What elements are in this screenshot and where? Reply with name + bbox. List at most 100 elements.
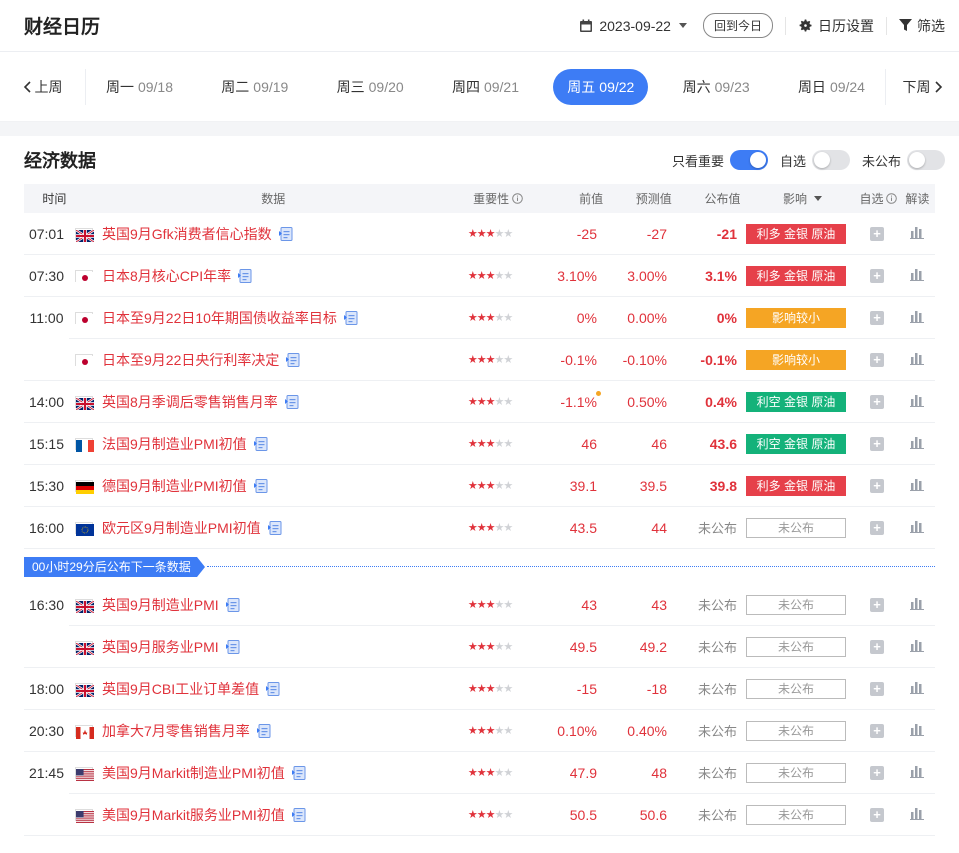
bar-chart-icon[interactable] bbox=[910, 638, 924, 655]
indicator-cell[interactable]: 加拿大7月零售销售月率 bbox=[69, 721, 453, 741]
add-favorite-icon[interactable]: + bbox=[870, 597, 884, 612]
day-tab-09-24[interactable]: 周日 09/24 bbox=[784, 69, 879, 105]
bar-chart-icon[interactable] bbox=[910, 351, 924, 368]
toggle-switch[interactable] bbox=[729, 150, 768, 170]
prev-week-button[interactable]: 上周 bbox=[0, 68, 86, 105]
col-impact[interactable]: 影响 bbox=[741, 190, 857, 207]
indicator-cell[interactable]: 英国9月服务业PMI bbox=[69, 637, 453, 657]
video-doc-icon[interactable] bbox=[225, 639, 241, 655]
impact-badge: 影响较小 bbox=[746, 349, 846, 370]
previous-value-text: 47.9 bbox=[569, 764, 597, 781]
add-favorite-icon[interactable]: + bbox=[870, 765, 884, 780]
indicator-cell[interactable]: 美国9月Markit制造业PMI初值 bbox=[69, 763, 453, 783]
date-picker[interactable]: 2023-09-22 bbox=[579, 18, 687, 34]
video-doc-icon[interactable] bbox=[291, 807, 307, 823]
video-doc-icon[interactable] bbox=[278, 226, 294, 242]
star-icon: ★ bbox=[485, 522, 496, 534]
indicator-cell[interactable]: 日本8月核心CPI年率 bbox=[69, 266, 453, 286]
next-week-button[interactable]: 下周 bbox=[885, 68, 959, 105]
day-tab-09-18[interactable]: 周一 09/18 bbox=[92, 69, 187, 105]
bar-chart-icon[interactable] bbox=[910, 680, 924, 697]
eu-flag-icon bbox=[75, 521, 94, 536]
add-favorite-icon[interactable]: + bbox=[870, 681, 884, 696]
add-favorite-icon[interactable]: + bbox=[870, 807, 884, 822]
toggle-switch[interactable] bbox=[907, 150, 945, 170]
previous-value-text: -25 bbox=[576, 225, 597, 242]
indicator-cell[interactable]: 日本至9月22日央行利率决定 bbox=[69, 350, 453, 370]
indicator-cell[interactable]: 英国9月制造业PMI bbox=[69, 595, 453, 615]
bar-chart-icon[interactable] bbox=[910, 477, 924, 494]
video-doc-icon[interactable] bbox=[265, 681, 281, 697]
table-row: 11:00 日本至9月22日10年期国债收益率目标 ★ ★ ★ ★ ★ 0% 0.00% 0% 影响… bbox=[24, 297, 935, 339]
bar-chart-icon[interactable] bbox=[910, 309, 924, 326]
indicator-cell[interactable]: 美国9月Markit服务业PMI初值 bbox=[69, 805, 453, 825]
day-tab-09-20[interactable]: 周三 09/20 bbox=[323, 69, 418, 105]
interpret-cell bbox=[899, 680, 935, 697]
star-icon: ★ bbox=[485, 767, 496, 779]
add-favorite-icon[interactable]: + bbox=[870, 310, 884, 325]
video-doc-icon[interactable] bbox=[256, 723, 272, 739]
filter-button[interactable]: 筛选 bbox=[899, 16, 945, 36]
toggle-switch[interactable] bbox=[811, 150, 850, 170]
indicator-cell[interactable]: 日本至9月22日10年期国债收益率目标 bbox=[69, 308, 453, 328]
add-favorite-icon[interactable]: + bbox=[870, 352, 884, 367]
add-favorite-icon[interactable]: + bbox=[870, 394, 884, 409]
star-icon: ★ bbox=[485, 396, 496, 408]
video-doc-icon[interactable] bbox=[285, 352, 301, 368]
video-doc-icon[interactable] bbox=[225, 597, 241, 613]
previous-value: 47.9 bbox=[527, 765, 597, 781]
day-name: 周二 bbox=[221, 78, 250, 95]
bar-chart-icon[interactable] bbox=[910, 435, 924, 452]
indicator-cell[interactable]: 英国9月Gfk消费者信心指数 bbox=[69, 224, 453, 244]
canada-flag-icon bbox=[75, 724, 94, 739]
bar-chart-icon[interactable] bbox=[910, 596, 924, 613]
video-doc-icon[interactable] bbox=[284, 394, 300, 410]
star-icon: ★ bbox=[467, 725, 478, 737]
day-date: 09/19 bbox=[253, 78, 289, 95]
col-actual: 公布值 bbox=[704, 192, 741, 206]
video-doc-icon[interactable] bbox=[267, 520, 283, 536]
add-favorite-icon[interactable]: + bbox=[870, 639, 884, 654]
release-time: 18:00 bbox=[24, 668, 69, 710]
back-to-today-button[interactable]: 回到今日 bbox=[702, 13, 773, 38]
add-favorite-icon[interactable]: + bbox=[870, 226, 884, 241]
star-icon: ★ bbox=[476, 438, 487, 450]
indicator-cell[interactable]: 英国9月CBI工业订单差值 bbox=[69, 679, 453, 699]
bar-chart-icon[interactable] bbox=[910, 764, 924, 781]
info-icon[interactable] bbox=[512, 193, 523, 204]
add-favorite-icon[interactable]: + bbox=[870, 478, 884, 493]
add-favorite-icon[interactable]: + bbox=[870, 520, 884, 535]
impact-cell: 利空 金银 原油 bbox=[737, 391, 855, 412]
bar-chart-icon[interactable] bbox=[910, 267, 924, 284]
video-doc-icon[interactable] bbox=[237, 268, 253, 284]
importance-stars: ★ ★ ★ ★ ★ bbox=[453, 269, 527, 282]
day-tab-09-21[interactable]: 周四 09/21 bbox=[438, 69, 533, 105]
calendar-settings-button[interactable]: 日历设置 bbox=[798, 16, 874, 36]
indicator-cell[interactable]: 法国9月制造业PMI初值 bbox=[69, 434, 453, 454]
video-doc-icon[interactable] bbox=[291, 765, 307, 781]
indicator-cell[interactable]: 英国8月季调后零售销售月率 bbox=[69, 392, 453, 412]
col-time: 时间 bbox=[42, 192, 67, 206]
info-icon[interactable] bbox=[885, 193, 897, 204]
bar-chart-icon[interactable] bbox=[910, 519, 924, 536]
release-time: 21:45 bbox=[28, 765, 65, 781]
importance-stars: ★ ★ ★ ★ ★ bbox=[453, 640, 527, 653]
video-doc-icon[interactable] bbox=[253, 478, 269, 494]
video-doc-icon[interactable] bbox=[343, 310, 359, 326]
row-cells: 美国9月Markit服务业PMI初值 ★ ★ ★ ★ ★ 50.5 50.6 未公布 未公布 + bbox=[69, 794, 935, 836]
video-doc-icon[interactable] bbox=[253, 436, 269, 452]
importance-stars: ★ ★ ★ ★ ★ bbox=[453, 766, 527, 779]
bar-chart-icon[interactable] bbox=[910, 806, 924, 823]
bar-chart-icon[interactable] bbox=[910, 225, 924, 242]
indicator-cell[interactable]: 德国9月制造业PMI初值 bbox=[69, 476, 453, 496]
indicator-cell[interactable]: 欧元区9月制造业PMI初值 bbox=[69, 518, 453, 538]
add-favorite-icon[interactable]: + bbox=[870, 268, 884, 283]
day-tab-09-23[interactable]: 周六 09/23 bbox=[669, 69, 764, 105]
forecast-value: 43 bbox=[651, 596, 667, 613]
add-favorite-icon[interactable]: + bbox=[870, 436, 884, 451]
day-tab-09-19[interactable]: 周二 09/19 bbox=[207, 69, 302, 105]
bar-chart-icon[interactable] bbox=[910, 722, 924, 739]
add-favorite-icon[interactable]: + bbox=[870, 723, 884, 738]
day-tab-09-22[interactable]: 周五 09/22 bbox=[553, 68, 649, 105]
bar-chart-icon[interactable] bbox=[910, 393, 924, 410]
